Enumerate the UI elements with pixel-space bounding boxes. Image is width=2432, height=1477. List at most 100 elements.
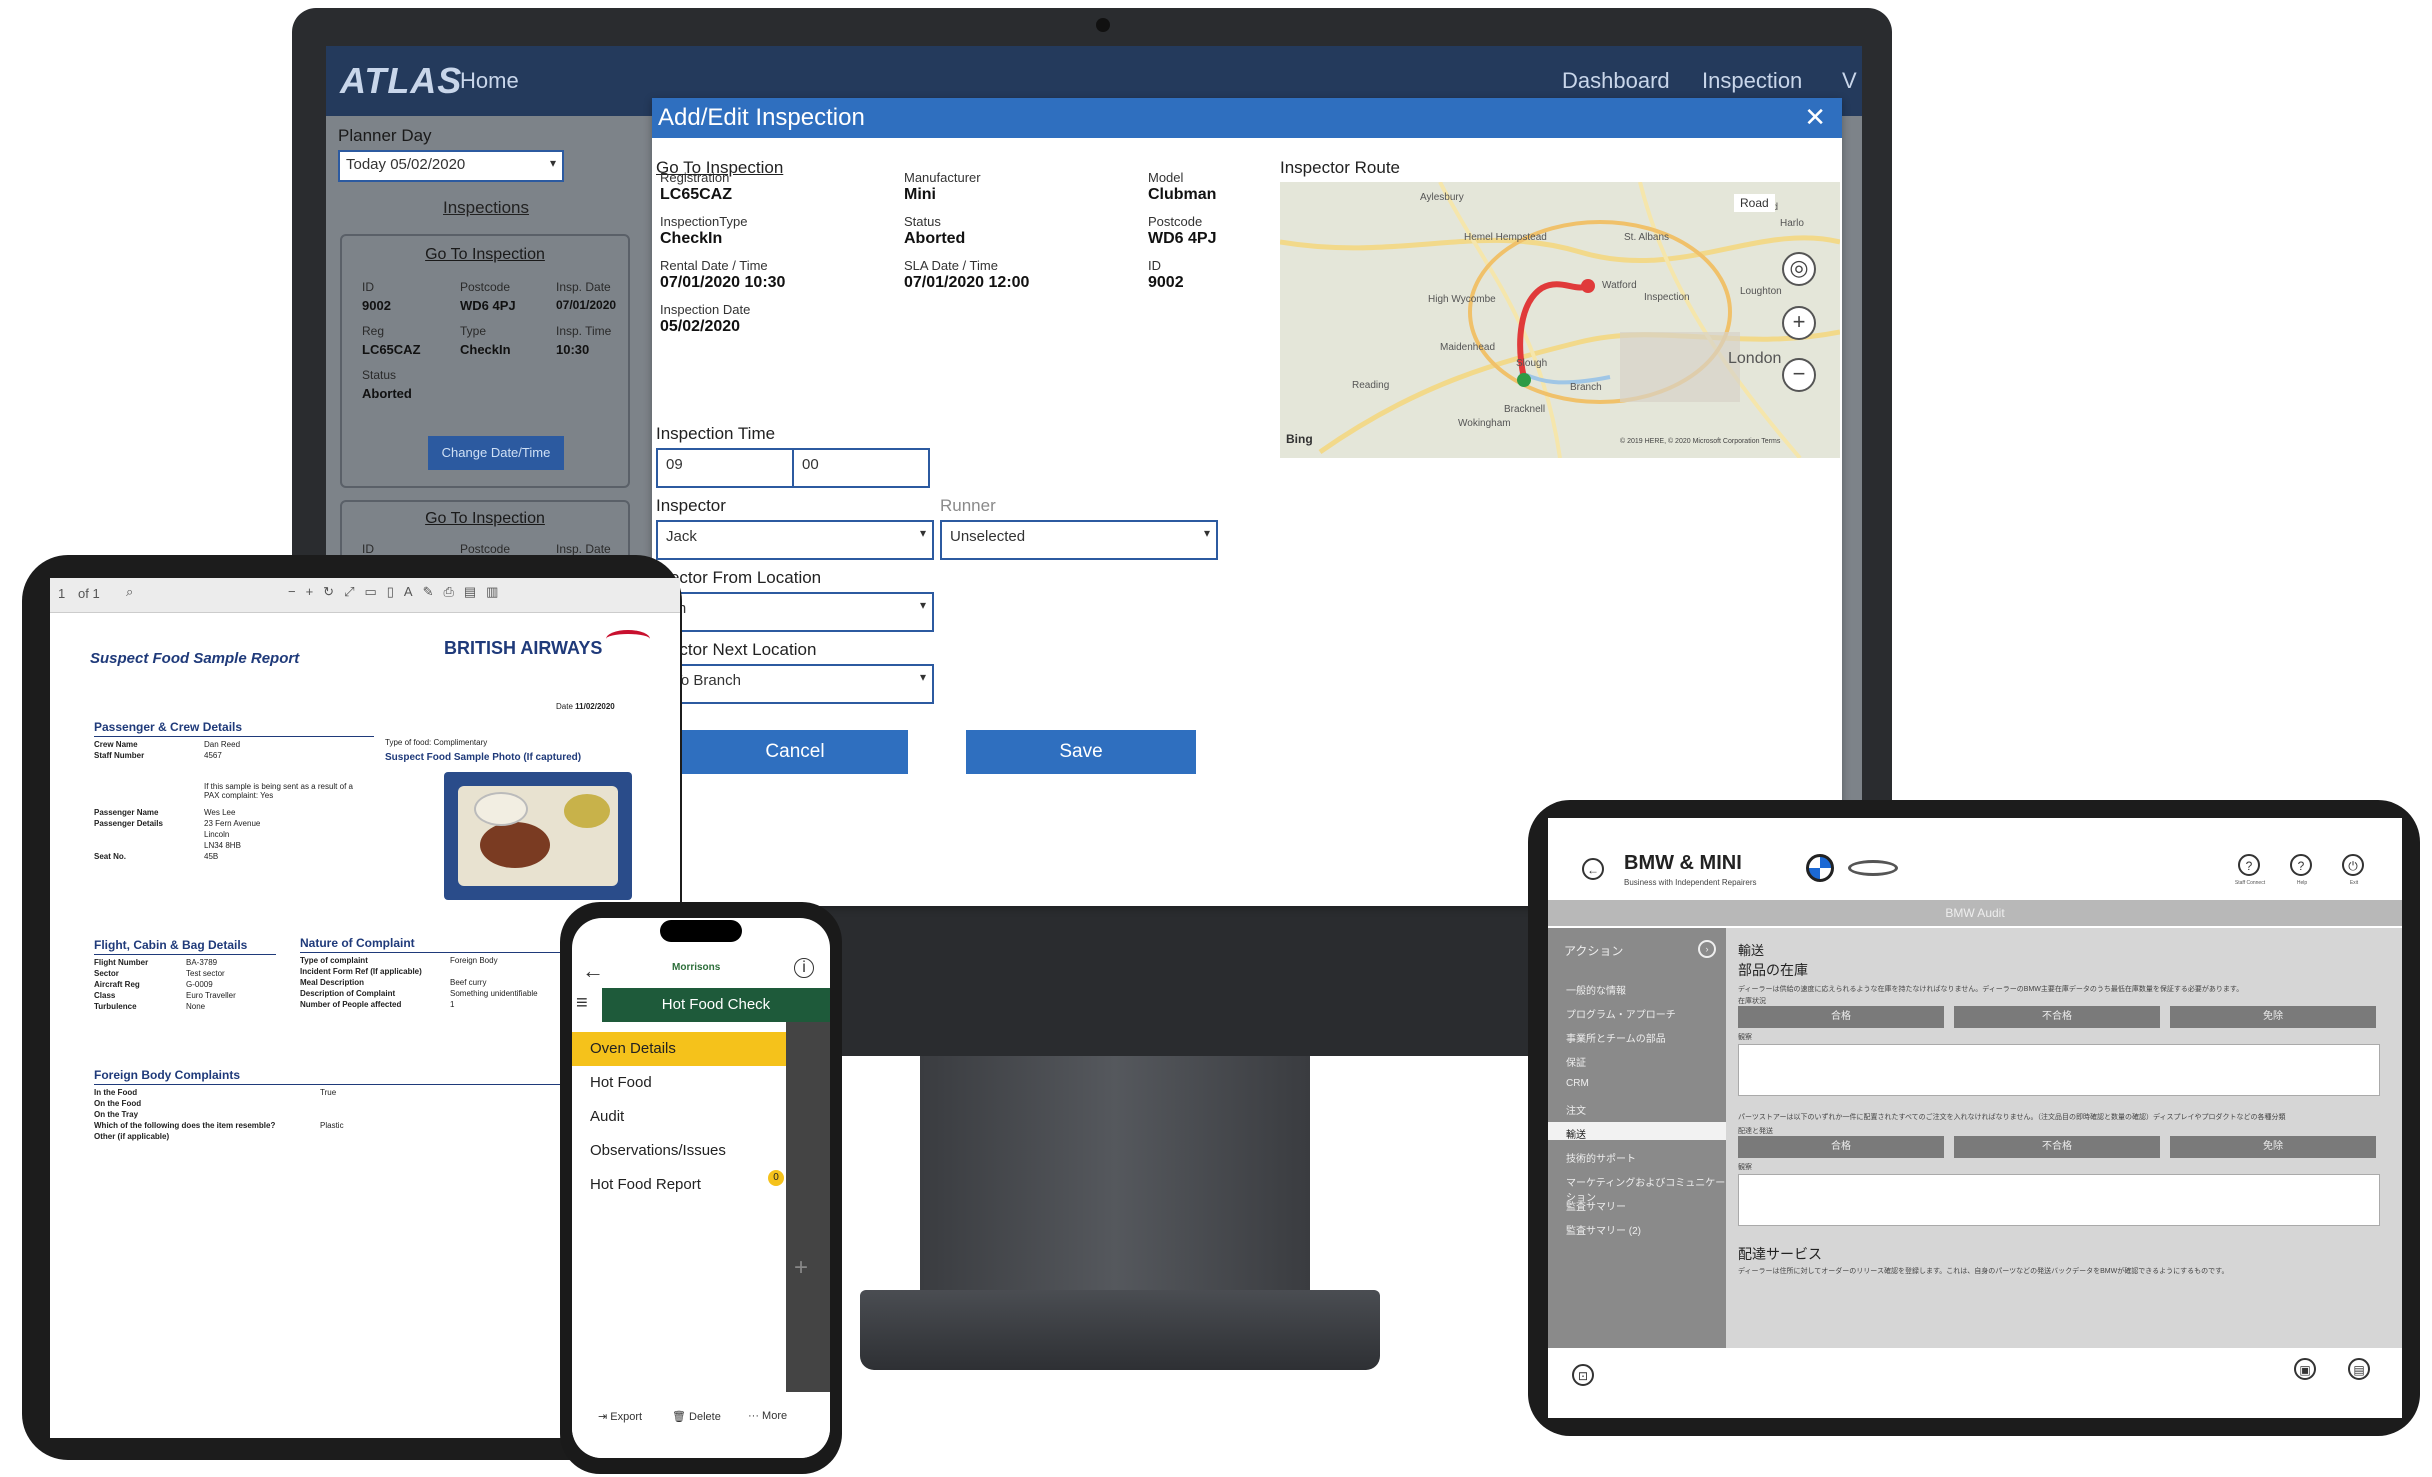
- phone-menu-item[interactable]: Hot Food: [590, 1074, 652, 1091]
- inspections-link[interactable]: Inspections: [326, 198, 646, 218]
- planner-day-label: Planner Day: [338, 126, 432, 145]
- planner-day-select[interactable]: Today 05/02/2020: [338, 150, 564, 182]
- phone-menu-item[interactable]: Observations/Issues: [590, 1142, 726, 1159]
- route-map[interactable]: AylesburyHertfordHarloHemel HempsteadSt.…: [1280, 182, 1840, 458]
- hour-input[interactable]: 09: [656, 448, 794, 488]
- sidebar-item[interactable]: 技術的サポート: [1566, 1150, 1636, 1165]
- pdf-row: Staff Number 4567: [94, 751, 304, 762]
- sidebar-item[interactable]: 輸送: [1566, 1126, 1586, 1141]
- sidebar-item[interactable]: 監査サマリー (2): [1566, 1222, 1641, 1237]
- nav-dashboard[interactable]: Dashboard: [1562, 68, 1670, 94]
- pdf-row-value: LN34 8HB: [204, 841, 241, 850]
- go-to-inspection-link[interactable]: Go To Inspection: [342, 246, 628, 264]
- locate-icon[interactable]: ◎: [1782, 252, 1816, 286]
- export-button[interactable]: ⇥ Export: [598, 1410, 642, 1423]
- nav-inspection[interactable]: Inspection: [1702, 68, 1802, 94]
- map-place-label: Watford: [1602, 280, 1637, 291]
- exit-icon[interactable]: ⏻: [2342, 854, 2364, 876]
- pdf-row-value: Dan Reed: [204, 740, 241, 749]
- back-icon[interactable]: ←: [1582, 858, 1604, 880]
- info-icon[interactable]: i: [794, 958, 814, 978]
- go-to-inspection-link-2[interactable]: Go To Inspection: [342, 510, 628, 528]
- delete-icon[interactable]: ▤: [2348, 1358, 2370, 1380]
- card-type-value: CheckIn: [460, 342, 511, 357]
- flight-rows: Flight Number BA-3789 Sector Test sector Air…: [94, 958, 266, 1013]
- change-date-time-button[interactable]: Change Date/Time: [428, 436, 564, 470]
- phone-menu-item[interactable]: Hot Food Report: [590, 1176, 701, 1193]
- comment-textarea[interactable]: [1738, 1044, 2380, 1096]
- expand-icon[interactable]: ›: [1698, 940, 1716, 958]
- pdf-row-value: True: [320, 1088, 337, 1097]
- delivery-label: 配達と発送: [1738, 1128, 1773, 1135]
- rating-button[interactable]: 合格: [1738, 1136, 1944, 1158]
- comment-textarea-2[interactable]: [1738, 1174, 2380, 1226]
- phone-notch: [660, 920, 742, 942]
- mini-logo-icon: [1848, 860, 1898, 876]
- pdf-row-value: Lincoln: [204, 830, 230, 839]
- save-button[interactable]: Save: [966, 730, 1196, 774]
- help-icon[interactable]: ?: [2290, 854, 2312, 876]
- sidebar-item[interactable]: 保証: [1566, 1054, 1586, 1069]
- bottom-left-icon[interactable]: ⊡: [1572, 1364, 1594, 1386]
- sidebar-item[interactable]: 事業所とチームの部品: [1566, 1030, 1666, 1045]
- sidebar-item[interactable]: プログラム・アプローチ: [1566, 1006, 1676, 1021]
- sidebar-item[interactable]: 監査サマリー: [1566, 1198, 1626, 1213]
- next-location-select[interactable]: k To Branch: [652, 664, 934, 704]
- minute-input[interactable]: 00: [792, 448, 930, 488]
- card-reg-label: Reg: [362, 324, 385, 338]
- header-icon-label: Exit: [2349, 880, 2359, 886]
- crew-rows: Crew Name Dan Reed Staff Number 4567: [94, 740, 304, 762]
- detail-label: Status: [904, 214, 941, 229]
- map-style-road[interactable]: Road: [1734, 194, 1775, 212]
- inspector-select[interactable]: Jack: [656, 520, 934, 560]
- pdf-row: Passenger Details 23 Fern Avenue: [94, 819, 304, 830]
- detail-value: Clubman: [1148, 186, 1217, 203]
- pdf-toolbar: 1 of 1 ⌕ −+↻⤢▭▯A✎⎙▤▥: [50, 578, 680, 613]
- zoom-in-icon[interactable]: +: [1782, 306, 1816, 340]
- rating-button[interactable]: 合格: [1738, 1006, 1944, 1028]
- close-icon[interactable]: ✕: [1804, 102, 1826, 133]
- header-icon-label: Help: [2296, 880, 2308, 886]
- nav-home[interactable]: Home: [460, 68, 519, 94]
- delete-button[interactable]: 🗑 Delete: [672, 1410, 721, 1423]
- phone-menu-item[interactable]: Oven Details: [590, 1040, 676, 1057]
- nav-more[interactable]: V: [1842, 68, 1857, 94]
- rating-button[interactable]: 不合格: [1954, 1006, 2160, 1028]
- main-subheading: 部品の在庫: [1738, 962, 1808, 978]
- pdf-row-key: Sector: [94, 969, 119, 978]
- back-arrow-icon[interactable]: ←: [582, 958, 604, 984]
- rating-button[interactable]: 不合格: [1954, 1136, 2160, 1158]
- zoom-out-icon[interactable]: −: [1782, 358, 1816, 392]
- pdf-row-key: Flight Number: [94, 958, 149, 967]
- search-icon[interactable]: ⌕: [126, 584, 133, 600]
- app-title: BMW & MINI: [1624, 852, 1742, 874]
- sidebar-item[interactable]: 一般的な情報: [1566, 982, 1626, 997]
- rating-button[interactable]: 免除: [2170, 1006, 2376, 1028]
- staff-connect-icon[interactable]: ?: [2238, 854, 2260, 876]
- save-icon[interactable]: ▣: [2294, 1358, 2316, 1380]
- more-button[interactable]: ··· More: [748, 1410, 787, 1422]
- runner-select[interactable]: Unselected: [940, 520, 1218, 560]
- hamburger-icon[interactable]: ≡: [576, 992, 588, 1015]
- pdf-row: Class Euro Traveller: [94, 991, 266, 1002]
- comment-label: 観察: [1738, 1034, 1752, 1041]
- cancel-button[interactable]: Cancel: [682, 730, 908, 774]
- sidebar-item[interactable]: CRM: [1566, 1078, 1589, 1089]
- from-location-select[interactable]: nch: [652, 592, 934, 632]
- detail-label: Manufacturer: [904, 170, 981, 185]
- sidebar-item[interactable]: 注文: [1566, 1102, 1586, 1117]
- pdf-row: Turbulence None: [94, 1002, 266, 1013]
- pdf-row-value: Plastic: [320, 1121, 344, 1130]
- pdf-tool-icons[interactable]: −+↻⤢▭▯A✎⎙▤▥: [288, 584, 508, 600]
- add-icon[interactable]: +: [794, 1254, 808, 1282]
- inspection-time-label: Inspection Time: [656, 424, 776, 443]
- bing-logo: Bing: [1286, 432, 1313, 446]
- rating-button[interactable]: 免除: [2170, 1136, 2376, 1158]
- pdf-row-key: Description of Complaint: [300, 989, 396, 998]
- page-number[interactable]: 1: [58, 586, 65, 601]
- pdf-row: Which of the following does the item res…: [94, 1121, 420, 1132]
- phone-menu-item[interactable]: Audit: [590, 1108, 624, 1125]
- pdf-row-value: 23 Fern Avenue: [204, 819, 261, 828]
- map-place-label: London: [1728, 350, 1782, 367]
- inspection-card: Go To Inspection ID 9002 Postcode WD6 4P…: [340, 234, 630, 488]
